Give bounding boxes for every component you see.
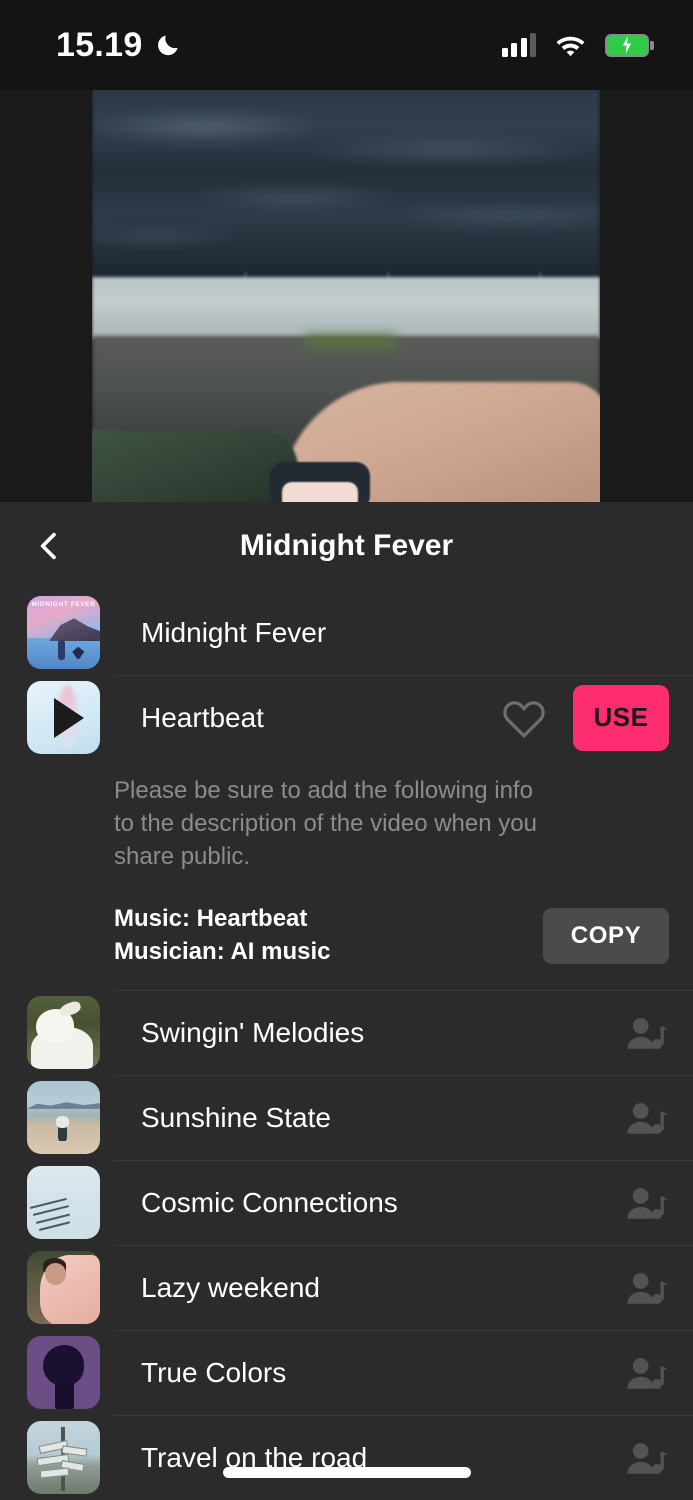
musician-credit-line: Musician: AI music [114, 937, 331, 965]
status-bar: 15.19 [0, 0, 693, 90]
moon-icon [156, 32, 182, 58]
beach-photo [27, 1081, 100, 1155]
phone-screen: 15.19 Midnight Fever MIDNIGHT FEVER Midn… [0, 0, 693, 1500]
list-item-label: Swingin' Melodies [141, 1016, 365, 1048]
list-item-track[interactable]: Cosmic Connections [0, 1160, 693, 1245]
artist-music-icon[interactable] [625, 1013, 669, 1053]
back-button[interactable] [26, 523, 72, 569]
signpost-photo [27, 1421, 100, 1495]
status-bar-left: 15.19 [56, 26, 182, 65]
chevron-left-icon [40, 532, 56, 560]
list-item-label: Lazy weekend [141, 1271, 321, 1303]
music-picker-sheet: Midnight Fever MIDNIGHT FEVER Midnight F… [0, 502, 693, 1500]
music-credit-line: Music: Heartbeat [114, 905, 308, 933]
attribution-note: Please be sure to add the following info… [114, 777, 537, 871]
list-item-track[interactable]: Sunshine State [0, 1075, 693, 1160]
video-sky-region [92, 84, 600, 279]
midnight-fever-album-art: MIDNIGHT FEVER [27, 596, 100, 669]
sheet-header: Midnight Fever [0, 502, 693, 590]
list-item-track[interactable]: True Colors [0, 1330, 693, 1415]
list-item-label: Cosmic Connections [141, 1186, 398, 1218]
status-clock: 15.19 [56, 25, 143, 64]
jets-photo [27, 1166, 100, 1240]
list-item-album[interactable]: MIDNIGHT FEVER Midnight Fever [0, 590, 693, 675]
artist-music-icon[interactable] [625, 1098, 669, 1138]
saree-portrait-photo [27, 1251, 100, 1325]
heart-outline-icon[interactable] [501, 697, 547, 739]
list-item-label: True Colors [141, 1356, 287, 1388]
artist-music-icon[interactable] [625, 1268, 669, 1308]
home-indicator-bar[interactable] [222, 1467, 471, 1478]
video-preview-frame[interactable] [92, 84, 600, 504]
heartbeat-play-art[interactable] [27, 681, 100, 754]
list-item-track[interactable]: Lazy weekend [0, 1245, 693, 1330]
video-watch-face [282, 482, 358, 504]
list-item-selected-track[interactable]: Heartbeat USE [0, 675, 693, 760]
page-title: Midnight Fever [239, 529, 454, 562]
artist-music-icon[interactable] [625, 1438, 669, 1478]
artist-music-icon[interactable] [625, 1353, 669, 1393]
list-item-track[interactable]: Travel on the road [0, 1415, 693, 1500]
purple-head-art [27, 1336, 100, 1410]
list-item-label: Midnight Fever [141, 616, 327, 648]
copy-button[interactable]: COPY [543, 908, 669, 965]
wifi-icon [555, 33, 586, 57]
attribution-panel: Please be sure to add the following info… [0, 760, 693, 991]
artist-music-icon[interactable] [625, 1183, 669, 1223]
video-horizon-band [92, 277, 600, 339]
list-item-track[interactable]: Swingin' Melodies [0, 990, 693, 1075]
list-item-label: Heartbeat [141, 701, 264, 733]
credits-block: Music: Heartbeat Musician: AI music [114, 903, 331, 968]
play-icon [53, 697, 84, 738]
attribution-footer: Music: Heartbeat Musician: AI music COPY [114, 903, 669, 968]
battery-charging-icon [605, 33, 654, 57]
goat-photo [27, 996, 100, 1070]
list-item-label: Sunshine State [141, 1101, 331, 1133]
status-bar-right [501, 33, 654, 57]
use-button[interactable]: USE [573, 684, 669, 751]
album-art-label: MIDNIGHT FEVER [31, 601, 96, 608]
cellular-signal-icon [501, 33, 536, 57]
video-grass-patch [305, 334, 396, 348]
